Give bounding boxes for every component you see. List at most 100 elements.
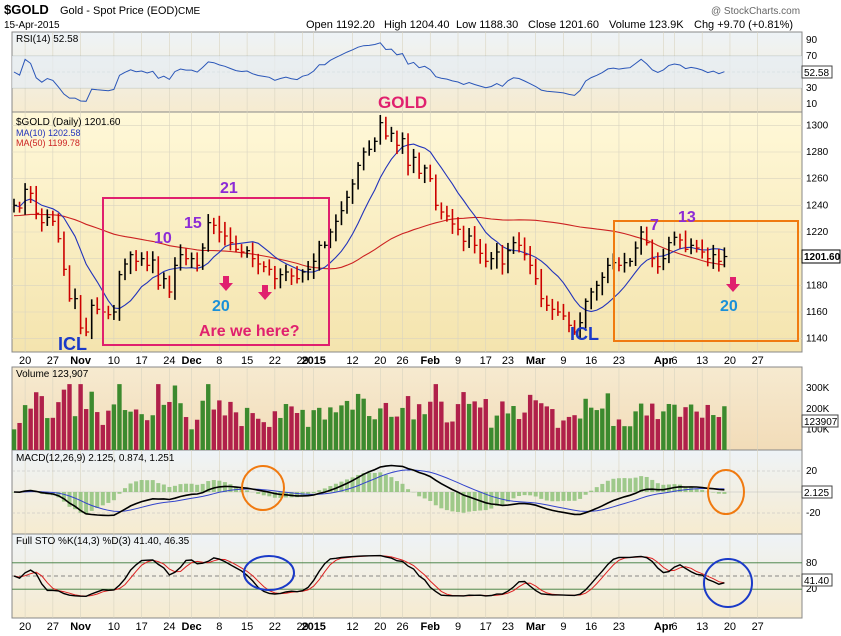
x-tick-label: Dec xyxy=(182,621,202,633)
count-7: 7 xyxy=(650,217,659,234)
macd-histogram-bar xyxy=(578,492,583,499)
volume-bar xyxy=(261,422,266,450)
x-tick-label: 9 xyxy=(560,355,566,367)
macd-histogram-bar xyxy=(389,477,394,492)
x-axis-price: 20 27 Nov 10 17 24 Dec 8 15 22 292015 12 20 26 Feb 9 17 2… xyxy=(19,355,764,367)
x-tick-label: Dec xyxy=(182,355,202,367)
macd-histogram-bar xyxy=(406,489,411,492)
macd-tick-label: -20 xyxy=(806,508,821,519)
volume-bar xyxy=(566,416,572,450)
volume-bar xyxy=(95,412,100,450)
x-tick-label: 22 xyxy=(269,621,281,633)
macd-histogram-bar xyxy=(245,490,250,492)
macd-histogram-bar xyxy=(261,492,266,496)
gold-title-annotation: GOLD xyxy=(378,93,427,112)
x-tick-label: 13 xyxy=(696,355,708,367)
volume-bar xyxy=(100,424,105,450)
close-value: Close 1201.60 xyxy=(528,19,599,31)
volume-bar xyxy=(39,396,44,450)
volume-bar xyxy=(56,402,61,450)
macd-histogram-bar xyxy=(611,478,616,492)
volume-bar xyxy=(694,411,699,450)
volume-bar xyxy=(28,408,33,450)
macd-histogram-bar xyxy=(439,492,444,509)
count-13: 13 xyxy=(678,209,696,226)
volume-bar xyxy=(439,401,444,450)
volume-bar xyxy=(722,406,727,450)
macd-histogram-bar xyxy=(605,480,610,492)
macd-histogram-bar xyxy=(139,480,144,492)
x-tick-label: 2015 xyxy=(301,355,325,367)
volume-bar xyxy=(494,415,500,450)
x-tick-label: 27 xyxy=(752,355,764,367)
price-tick-label: 1140 xyxy=(806,334,828,345)
x-axis-bottom: 20 27 Nov 10 17 24 Dec 8 15 22 292015 12 20 26 Feb 9 17 2… xyxy=(19,621,764,633)
volume-bar xyxy=(317,407,322,450)
volume-bar xyxy=(527,394,533,450)
volume-bar xyxy=(683,407,688,450)
volume-value: Volume 123.9K xyxy=(609,19,684,31)
volume-bar xyxy=(522,412,527,450)
volume-bar xyxy=(289,406,294,450)
macd-histogram-bar xyxy=(394,481,399,492)
macd-histogram-bar xyxy=(628,478,633,492)
macd-histogram-bar xyxy=(583,492,588,495)
x-tick-label: 27 xyxy=(47,621,59,633)
volume-bar xyxy=(455,404,461,450)
ma50-legend: MA(50) 1199.78 xyxy=(16,138,80,148)
volume-bar xyxy=(478,407,483,450)
volume-bar xyxy=(627,426,633,450)
macd-histogram-bar xyxy=(367,472,372,492)
x-tick-label: 12 xyxy=(346,621,358,633)
symbol: $GOLD xyxy=(4,2,49,17)
volume-bar xyxy=(150,415,155,450)
volume-bar xyxy=(539,403,544,450)
macd-histogram-bar xyxy=(539,492,544,499)
macd-histogram-bar xyxy=(400,483,405,492)
volume-bar xyxy=(416,404,422,450)
count-15: 15 xyxy=(184,215,202,232)
volume-bar xyxy=(128,411,133,450)
volume-label: Volume 123,907 xyxy=(16,369,89,380)
price-tick-label: 1180 xyxy=(806,280,828,291)
volume-bar xyxy=(17,422,22,450)
volume-bar xyxy=(106,410,111,450)
stock-chart: $GOLD Gold - Spot Price (EOD) CME 15-Apr… xyxy=(0,0,841,636)
volume-bar xyxy=(211,409,216,450)
volume-bar xyxy=(638,403,644,450)
price-tick-label: 1160 xyxy=(806,307,828,318)
macd-histogram-bar xyxy=(650,479,655,492)
instrument-name: Gold - Spot Price (EOD) xyxy=(60,5,178,17)
volume-bar xyxy=(272,411,278,450)
x-tick-label: 8 xyxy=(216,621,222,633)
x-tick-label: 24 xyxy=(163,355,175,367)
count-10: 10 xyxy=(154,230,172,247)
rsi-band-rect xyxy=(12,56,802,88)
macd-histogram-bar xyxy=(661,484,666,492)
volume-bar xyxy=(278,417,283,450)
volume-bar xyxy=(355,393,361,450)
volume-bar xyxy=(133,409,139,450)
macd-histogram-bar xyxy=(145,480,150,492)
header-date: 15-Apr-2015 xyxy=(4,20,60,31)
volume-bar xyxy=(533,400,538,450)
x-tick-label: 26 xyxy=(396,355,408,367)
volume-bar xyxy=(189,429,194,450)
price-tick-label: 1260 xyxy=(806,174,829,185)
macd-histogram-bar xyxy=(700,489,705,492)
volume-bar xyxy=(511,406,516,450)
macd-histogram-bar xyxy=(161,484,166,492)
macd-histogram-bar xyxy=(450,492,455,512)
price-tick-label: 1300 xyxy=(806,120,829,131)
volume-bar xyxy=(716,417,722,450)
macd-histogram-bar xyxy=(533,492,538,497)
price-tick-label: 1280 xyxy=(806,147,829,158)
volume-bar xyxy=(650,403,655,450)
x-tick-label: 23 xyxy=(502,621,514,633)
volume-bar xyxy=(389,416,394,450)
macd-histogram-bar xyxy=(256,492,261,494)
x-tick-label: Mar xyxy=(526,621,546,633)
volume-bar xyxy=(250,413,255,450)
volume-bar xyxy=(256,418,261,450)
sto-tick-label: 80 xyxy=(806,558,818,569)
